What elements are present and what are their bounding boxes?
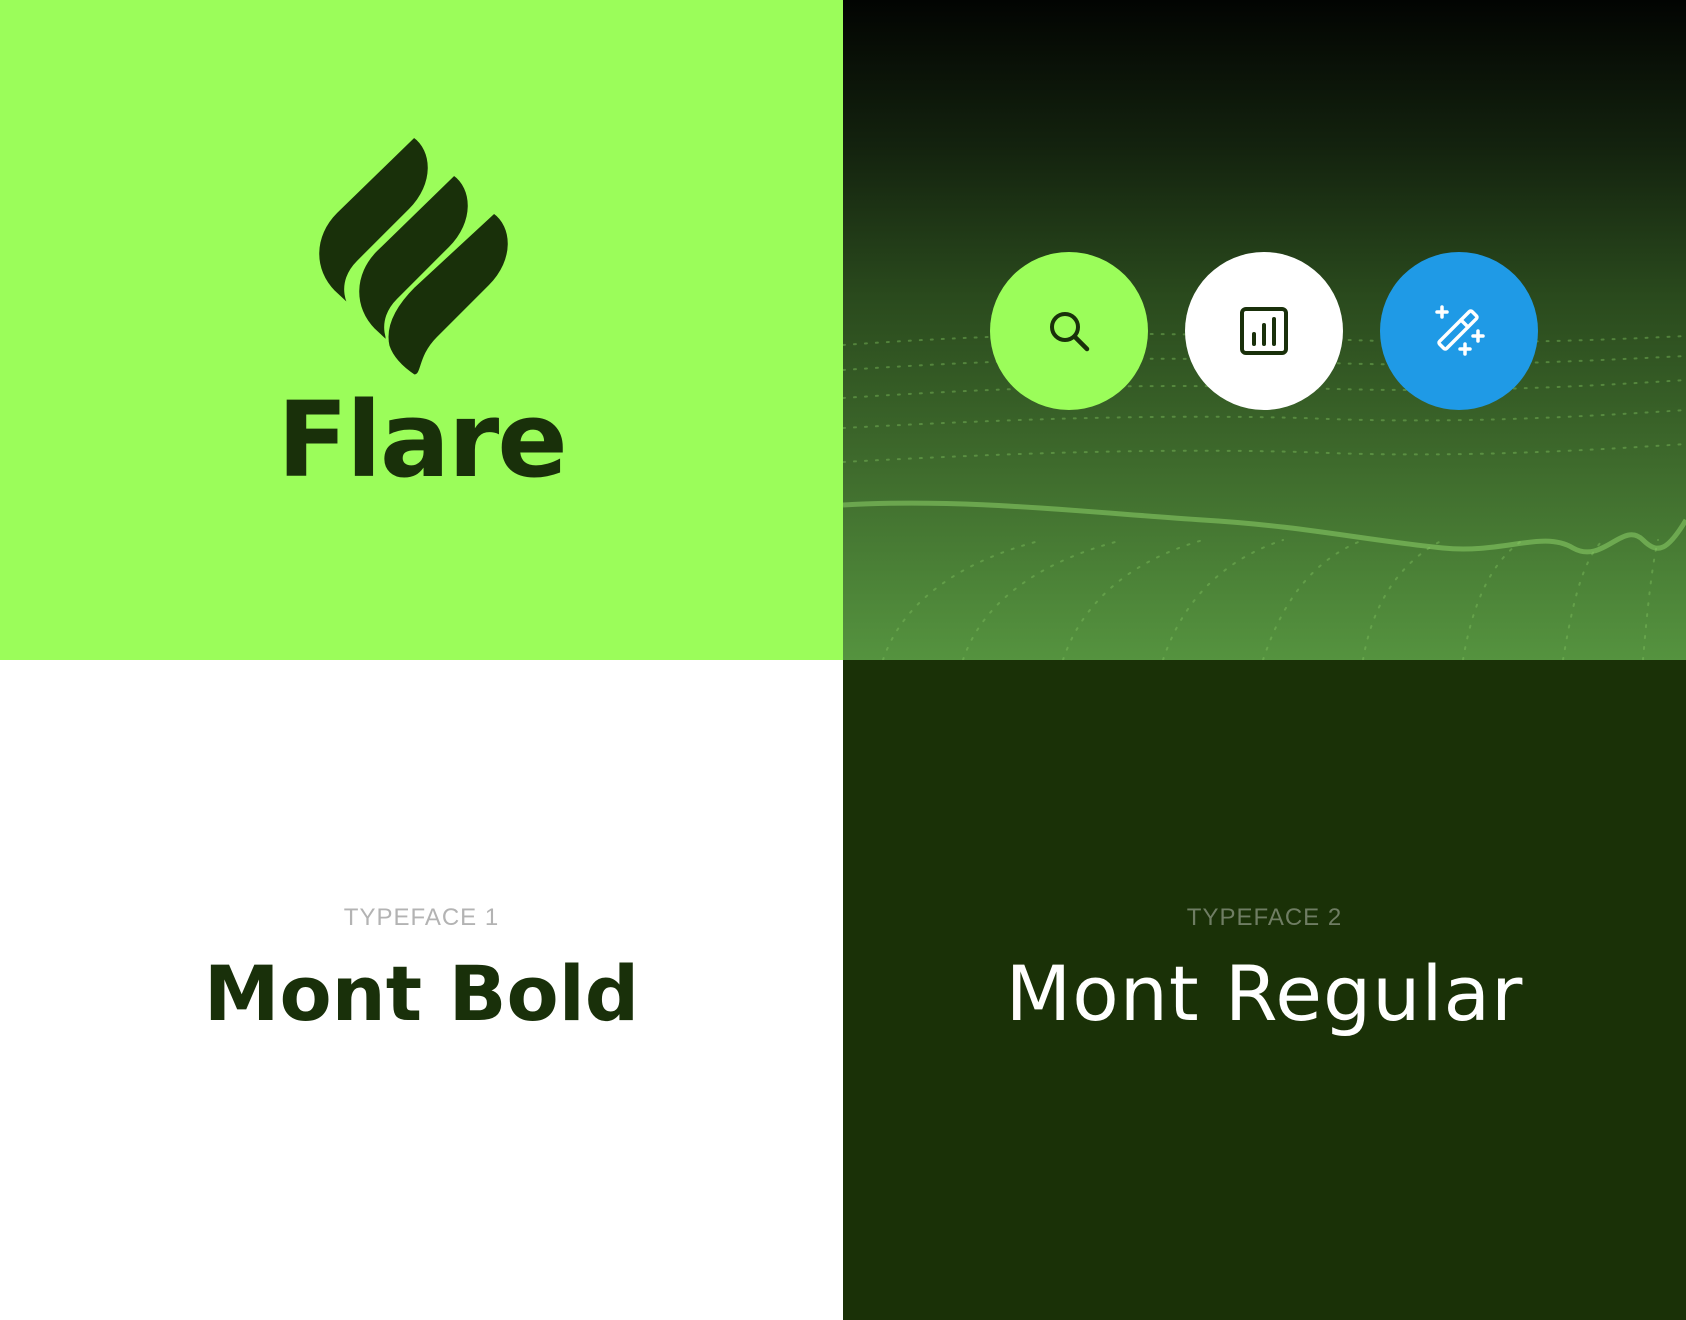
logo-panel: Flare bbox=[0, 0, 843, 660]
flame-leaf-logo-icon bbox=[318, 134, 511, 378]
analytics-button[interactable] bbox=[1185, 252, 1343, 410]
typeface-2-caption: TYPEFACE 2 bbox=[1186, 904, 1343, 931]
brand-wordmark: Flare bbox=[277, 379, 568, 501]
search-icon bbox=[1050, 312, 1090, 352]
icon-showcase-panel bbox=[843, 0, 1686, 660]
typeface-1-caption: TYPEFACE 1 bbox=[343, 904, 500, 931]
brand-board: Flare TYPEFACE 1 Mont Bold TYPEFACE 2 Mo… bbox=[0, 0, 1686, 1320]
typeface-2-name: Mont Regular bbox=[1005, 949, 1524, 1038]
bar-chart-icon bbox=[1240, 307, 1288, 355]
typeface-1-name: Mont Bold bbox=[203, 949, 640, 1038]
typeface-2-panel: TYPEFACE 2 Mont Regular bbox=[843, 660, 1686, 1320]
typeface-1-panel: TYPEFACE 1 Mont Bold bbox=[0, 660, 843, 1320]
search-button[interactable] bbox=[990, 252, 1148, 410]
magic-wand-icon bbox=[1435, 305, 1485, 356]
magic-button[interactable] bbox=[1380, 252, 1538, 410]
